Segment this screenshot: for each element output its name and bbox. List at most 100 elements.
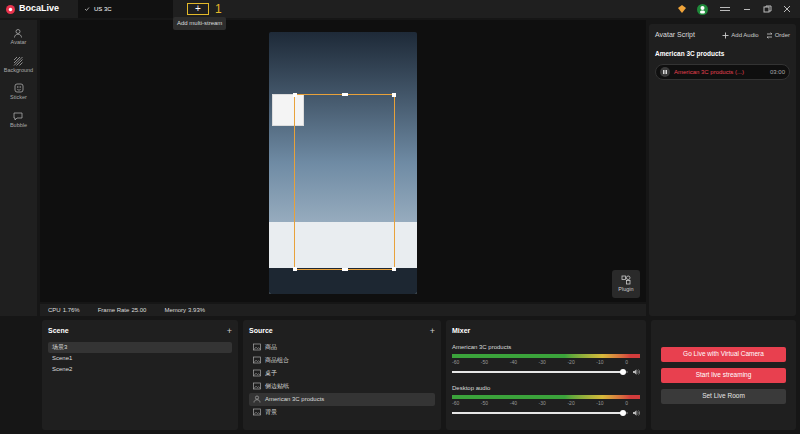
image-icon	[253, 356, 261, 364]
scene-panel: Scene + 场景3 Scene1Scene2	[42, 320, 238, 430]
live-action-button[interactable]: Set Live Room	[661, 389, 786, 404]
source-item[interactable]: 商品组合	[249, 354, 435, 367]
app-name: BocaLive	[19, 2, 59, 16]
live-action-button[interactable]: Go Live with Virtual Camera	[661, 347, 786, 362]
volume-row	[452, 409, 640, 417]
logo-icon	[6, 5, 15, 14]
plugin-button[interactable]: Plugin	[612, 270, 640, 298]
image-icon	[253, 369, 261, 377]
scene-header: Scene +	[48, 326, 232, 337]
script-header: Avatar Script Add Audio Order	[649, 24, 796, 41]
order-label: Order	[775, 31, 790, 40]
image-icon	[253, 382, 261, 390]
level-meter	[452, 354, 640, 358]
source-header: Source +	[249, 326, 435, 337]
source-list: 商品商品组合桌子侧边贴纸American 3C products 背景	[249, 341, 435, 419]
source-item[interactable]: 商品	[249, 341, 435, 354]
live-preview[interactable]	[269, 32, 417, 294]
annotation-number: 1	[215, 3, 222, 15]
add-audio-label: Add Audio	[731, 31, 758, 40]
mixer-list: American 3C products-60-50-40-30-20-100D…	[452, 343, 640, 417]
sidebar-label: Background	[4, 68, 33, 74]
script-group-title: American 3C products	[649, 49, 796, 59]
sticker-icon	[14, 83, 24, 93]
script-actions: Add Audio Order	[722, 31, 790, 40]
plugin-label: Plugin	[618, 287, 633, 293]
resize-handle[interactable]	[342, 93, 348, 96]
script-item[interactable]: American 3C products (...)03:00	[655, 64, 790, 80]
window-controls	[677, 4, 800, 15]
source-label: 背景	[265, 408, 277, 417]
resize-handle[interactable]	[342, 268, 348, 271]
minimize-icon[interactable]	[742, 4, 752, 14]
speaker-icon[interactable]	[632, 368, 640, 376]
meter-tick: -30	[539, 401, 546, 406]
sidebar-item[interactable]: Background	[4, 56, 33, 74]
stream-tab[interactable]: US 3C	[78, 0, 173, 18]
mixer-channel: American 3C products -60-50-40-30-20-100	[452, 343, 640, 376]
resize-handle[interactable]	[392, 93, 396, 97]
order-button[interactable]: Order	[766, 31, 790, 40]
sidebar-item[interactable]: Bubble	[10, 111, 27, 129]
volume-thumb[interactable]	[620, 369, 626, 375]
volume-slider[interactable]	[452, 412, 628, 414]
script-item-label: American 3C products (...)	[674, 68, 766, 77]
product-thumbnail[interactable]	[272, 94, 304, 126]
scene-item[interactable]: Scene2	[48, 364, 232, 375]
stat-label: CPU	[48, 306, 61, 315]
source-label: 桌子	[265, 369, 277, 378]
stat-value: 3.93%	[188, 306, 205, 315]
preview-canvas: Plugin	[40, 20, 646, 302]
add-audio-button[interactable]: Add Audio	[722, 31, 758, 40]
source-panel: Source + 商品商品组合桌子侧边贴纸American 3C product…	[243, 320, 441, 430]
restore-icon[interactable]	[762, 4, 772, 14]
main-area: AvatarBackgroundStickerBubble Plu	[0, 18, 800, 316]
add-stream-group: + 1 Add multi-stream	[187, 0, 222, 18]
source-label: 商品组合	[265, 356, 289, 365]
source-item[interactable]: 背景	[249, 406, 435, 419]
sidebar-item[interactable]: Avatar	[11, 28, 27, 46]
volume-thumb[interactable]	[620, 410, 626, 416]
sidebar-item[interactable]: Sticker	[10, 83, 27, 101]
diamond-icon[interactable]	[677, 4, 687, 14]
left-sidebar: Avatar Background Sticker Bubble	[0, 20, 37, 316]
selection-box[interactable]	[294, 94, 395, 270]
scene-item[interactable]: 场景3	[48, 342, 232, 353]
volume-slider[interactable]	[452, 371, 628, 373]
scene-item[interactable]: Scene1	[48, 353, 232, 364]
pause-button[interactable]	[660, 67, 670, 77]
scene-label: Scene1	[52, 354, 72, 363]
swap-icon	[766, 32, 773, 39]
audio-plus-icon	[722, 32, 729, 39]
menu-icon[interactable]	[718, 4, 732, 14]
meter-tick: -50	[481, 401, 488, 406]
add-scene-button[interactable]: +	[227, 327, 232, 336]
avatar-icon	[13, 28, 23, 38]
scene-label: 场景3	[52, 343, 67, 352]
source-item[interactable]: 桌子	[249, 367, 435, 380]
resize-handle[interactable]	[293, 267, 297, 271]
mixer-channel: Desktop audio-60-50-40-30-20-100	[452, 384, 640, 417]
source-label: 商品	[265, 343, 277, 352]
mixer-title: Mixer	[452, 326, 640, 337]
live-action-button[interactable]: Start live streaming	[661, 368, 786, 383]
user-avatar-icon[interactable]	[697, 4, 708, 15]
add-stream-button[interactable]: +	[187, 3, 209, 15]
close-icon[interactable]	[782, 4, 792, 14]
source-item[interactable]: 侧边贴纸	[249, 380, 435, 393]
stat-label: Frame Rate	[98, 306, 130, 315]
meter-ticks: -60-50-40-30-20-100	[452, 360, 640, 365]
meter-tick: -40	[510, 401, 517, 406]
speaker-icon[interactable]	[632, 409, 640, 417]
source-item[interactable]: American 3C products	[249, 393, 435, 406]
scene-list: 场景3 Scene1Scene2	[48, 342, 232, 375]
meter-tick: -10	[596, 401, 603, 406]
script-title: Avatar Script	[655, 30, 695, 41]
live-actions-panel: Go Live with Virtual Camera Start live st…	[651, 320, 796, 430]
resize-handle[interactable]	[293, 93, 297, 97]
resize-handle[interactable]	[392, 267, 396, 271]
channel-name: American 3C products	[452, 343, 640, 352]
center-column: Plugin CPU1.76%Frame Rate25.00Memory3.93…	[40, 20, 646, 316]
add-source-button[interactable]: +	[430, 327, 435, 336]
pause-icon	[662, 69, 668, 75]
